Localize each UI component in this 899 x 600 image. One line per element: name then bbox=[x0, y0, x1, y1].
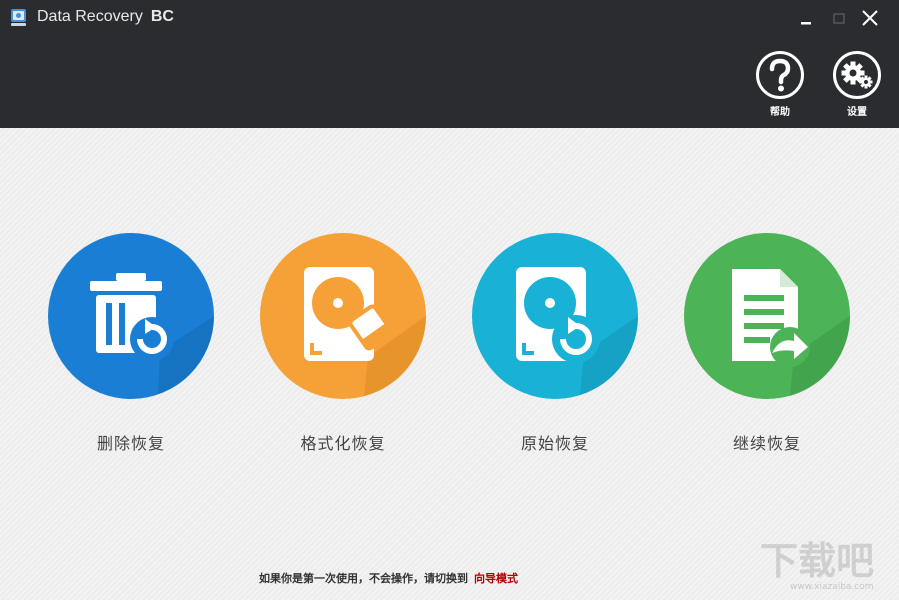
main-panel: 删除恢复 格式化恢复 原始恢复 bbox=[0, 128, 899, 600]
minimize-button[interactable] bbox=[795, 6, 819, 30]
close-button[interactable] bbox=[858, 6, 882, 30]
hint-text: 如果你是第一次使用，不会操作，请切换到 bbox=[259, 572, 468, 585]
help-label: 帮助 bbox=[752, 103, 808, 118]
mode-label: 格式化恢复 bbox=[260, 430, 426, 454]
app-logo-icon bbox=[11, 9, 26, 26]
help-icon bbox=[755, 50, 805, 100]
app-edition: BC bbox=[151, 8, 174, 25]
hard-drive-eraser-icon bbox=[260, 233, 426, 399]
watermark-logo: 下载吧 bbox=[760, 530, 874, 585]
footer-hint: 如果你是第一次使用，不会操作，请切换到向导模式 bbox=[259, 570, 518, 586]
mode-label: 原始恢复 bbox=[472, 430, 638, 454]
maximize-button[interactable] bbox=[827, 6, 851, 30]
app-title: Data Recovery BC bbox=[37, 8, 174, 26]
mode-format-recovery[interactable]: 格式化恢复 bbox=[260, 233, 426, 453]
recycle-bin-icon bbox=[48, 233, 214, 399]
watermark-url: www.xiazaiba.com bbox=[790, 582, 874, 592]
title-bar: Data Recovery BC bbox=[0, 0, 899, 36]
settings-label: 设置 bbox=[829, 103, 885, 118]
mode-label: 继续恢复 bbox=[684, 430, 850, 454]
mode-label: 删除恢复 bbox=[48, 430, 214, 454]
gears-icon bbox=[832, 50, 882, 100]
settings-button[interactable]: 设置 bbox=[829, 50, 885, 122]
wizard-mode-link[interactable]: 向导模式 bbox=[474, 572, 518, 585]
mode-deleted-recovery[interactable]: 删除恢复 bbox=[48, 233, 214, 453]
app-title-text: Data Recovery bbox=[37, 8, 143, 25]
mode-raw-recovery[interactable]: 原始恢复 bbox=[472, 233, 638, 453]
hard-drive-recover-icon bbox=[472, 233, 638, 399]
toolbar: 帮助 设置 bbox=[0, 36, 899, 128]
mode-resume-recovery[interactable]: 继续恢复 bbox=[684, 233, 850, 453]
help-button[interactable]: 帮助 bbox=[752, 50, 808, 122]
document-resume-icon bbox=[684, 233, 850, 399]
